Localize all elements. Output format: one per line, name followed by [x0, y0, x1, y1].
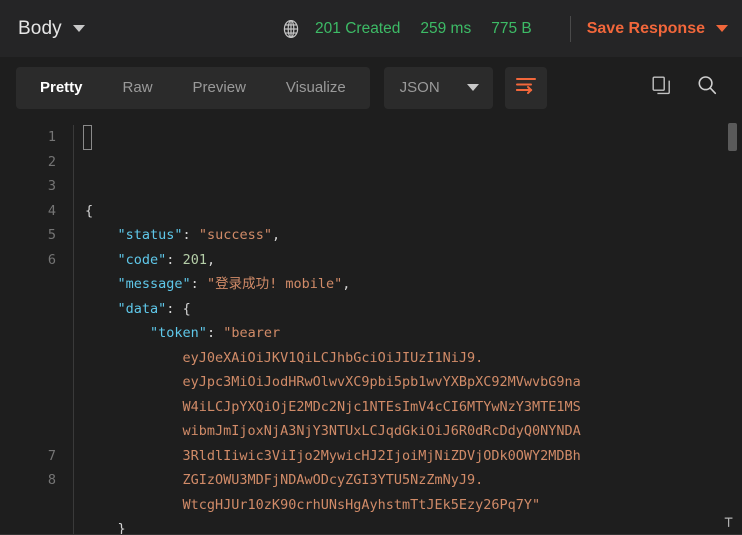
code-token: ,: [342, 276, 351, 292]
code-token: :: [166, 251, 183, 268]
tab-visualize[interactable]: Visualize: [266, 67, 366, 109]
code-content[interactable]: { "status": "success", "code": 201, "mes…: [74, 125, 742, 535]
code-line[interactable]: W4iLCJpYXQiOjE2MDc2Njc1NTEsImV4cCI6MTYwN…: [85, 395, 742, 420]
tab-raw[interactable]: Raw: [103, 67, 173, 109]
line-number: 7: [47, 447, 56, 464]
code-line[interactable]: "data": {: [85, 297, 742, 322]
line-number: 4: [47, 202, 56, 219]
code-line[interactable]: WtcgHJUr10zK90crhUNsHgAyhstmTtJEk5Ezy26P…: [85, 493, 742, 518]
copy-button[interactable]: [644, 71, 678, 105]
response-body-editor[interactable]: 1 2 3 4 5 6 7 8 { "status": "success", "code": …: [0, 118, 742, 535]
response-status-bar: Body 201 Created 259 ms 775 B Save Respo…: [0, 0, 742, 57]
format-select-value: JSON: [399, 79, 440, 96]
line-number: 3: [47, 178, 56, 194]
code-token: ,: [206, 251, 216, 268]
line-number: [0, 321, 56, 346]
line-number: 6: [47, 251, 56, 268]
scrollbar-bottom-marker: ⊤: [724, 513, 734, 531]
code-token: :: [206, 325, 224, 341]
chevron-down-icon: [466, 84, 479, 91]
line-number-gutter: 1 2 3 4 5 6 7 8: [0, 125, 73, 535]
line-number: 1: [47, 129, 56, 145]
code-token: WtcgHJUr10zK90crhUNsHgAyhstmTtJEk5Ezy26P…: [85, 496, 541, 513]
response-size[interactable]: 775 B: [491, 20, 532, 38]
code-token: "登录成功! mobile": [206, 276, 343, 292]
line-number: 5: [47, 227, 56, 243]
code-line[interactable]: eyJpc3MiOiJodHRwOlwvXC9pbi5pb1wvYXBpXC92…: [85, 370, 742, 395]
code-token: ZGIzOWU3MDFjNDAwODcyZGI3YTU5NzZmNyJ9.: [85, 472, 484, 488]
search-icon: [696, 74, 718, 101]
code-line[interactable]: "status": "success",: [85, 223, 742, 248]
body-dropdown[interactable]: Body: [18, 18, 85, 40]
wrap-text-icon: [515, 75, 537, 100]
code-line[interactable]: }: [85, 517, 742, 535]
line-number: 8: [47, 472, 56, 488]
code-token: "message": [117, 276, 191, 292]
code-token: }: [85, 521, 126, 535]
code-token: "success": [198, 227, 272, 243]
view-tabs: Pretty Raw Preview Visualize: [16, 66, 370, 109]
wrap-lines-button[interactable]: [504, 66, 547, 109]
code-token: "bearer: [223, 325, 281, 341]
code-line[interactable]: 3RldlIiwic3ViIjo2MywicHJ2IjoiMjNiZDVjODk…: [85, 444, 742, 469]
code-line[interactable]: wibmJmIjoxNjA3NjY3NTUxLCJqdGkiOiJ6R0dRcD…: [85, 419, 742, 444]
response-tab-bar: Pretty Raw Preview Visualize JSON: [0, 57, 742, 118]
code-line[interactable]: "token": "bearer: [85, 321, 742, 346]
line-number: [0, 370, 56, 395]
line-number: [0, 395, 56, 420]
code-token: "data": [117, 300, 167, 317]
code-token: :: [182, 227, 199, 243]
scrollbar-thumb[interactable]: [728, 123, 737, 151]
response-time[interactable]: 259 ms: [420, 20, 471, 38]
code-token: eyJ0eXAiOiJKV1QiLCJhbGciOiJIUzI1NiJ9.: [85, 349, 484, 366]
line-number: 2: [47, 153, 56, 170]
line-number: [0, 346, 56, 371]
vertical-scrollbar[interactable]: ⊤: [724, 118, 739, 535]
code-line[interactable]: {: [85, 199, 742, 224]
search-button[interactable]: [690, 71, 724, 105]
text-cursor-box: [83, 125, 92, 150]
vertical-divider: [569, 15, 571, 42]
code-token: W4iLCJpYXQiOjE2MDc2Njc1NTEsImV4cCI6MTYwN…: [85, 398, 581, 415]
code-line[interactable]: "code": 201,: [85, 248, 742, 273]
code-token: :: [190, 276, 207, 292]
code-line[interactable]: ZGIzOWU3MDFjNDAwODcyZGI3YTU5NzZmNyJ9.: [85, 468, 742, 493]
line-number: [0, 272, 56, 297]
globe-icon[interactable]: [280, 18, 315, 40]
code-token: eyJpc3MiOiJodHRwOlwvXC9pbi5pb1wvYXBpXC92…: [85, 374, 581, 390]
save-response-button[interactable]: Save Response: [587, 20, 728, 38]
code-token: 201: [182, 251, 207, 268]
code-token: wibmJmIjoxNjA3NjY3NTUxLCJqdGkiOiJ6R0dRcD…: [85, 423, 581, 439]
line-number: [0, 419, 56, 444]
editor-actions: [644, 71, 728, 105]
code-token: {: [182, 300, 191, 317]
code-line[interactable]: "message": "登录成功! mobile",: [85, 272, 742, 297]
body-label: Body: [18, 17, 62, 39]
chevron-down-icon: [716, 25, 728, 32]
status-code[interactable]: 201 Created: [315, 20, 400, 38]
code-token: {: [85, 202, 94, 219]
code-token: "status": [117, 227, 183, 243]
save-response-label: Save Response: [586, 19, 705, 37]
line-number: [0, 297, 56, 322]
copy-icon: [651, 75, 672, 101]
tab-pretty[interactable]: Pretty: [20, 67, 103, 109]
code-line[interactable]: eyJ0eXAiOiJKV1QiLCJhbGciOiJIUzI1NiJ9.: [85, 346, 742, 371]
chevron-down-icon: [72, 25, 85, 32]
status-metrics: 201 Created 259 ms 775 B Save Response: [280, 15, 728, 42]
code-token: "token": [150, 325, 207, 341]
code-token: :: [166, 300, 183, 317]
format-select[interactable]: JSON: [383, 66, 493, 109]
tab-preview[interactable]: Preview: [173, 67, 266, 109]
code-token: "code": [117, 251, 167, 268]
code-token: 3RldlIiwic3ViIjo2MywicHJ2IjoiMjNiZDVjODk…: [85, 447, 581, 464]
code-token: ,: [271, 227, 281, 243]
